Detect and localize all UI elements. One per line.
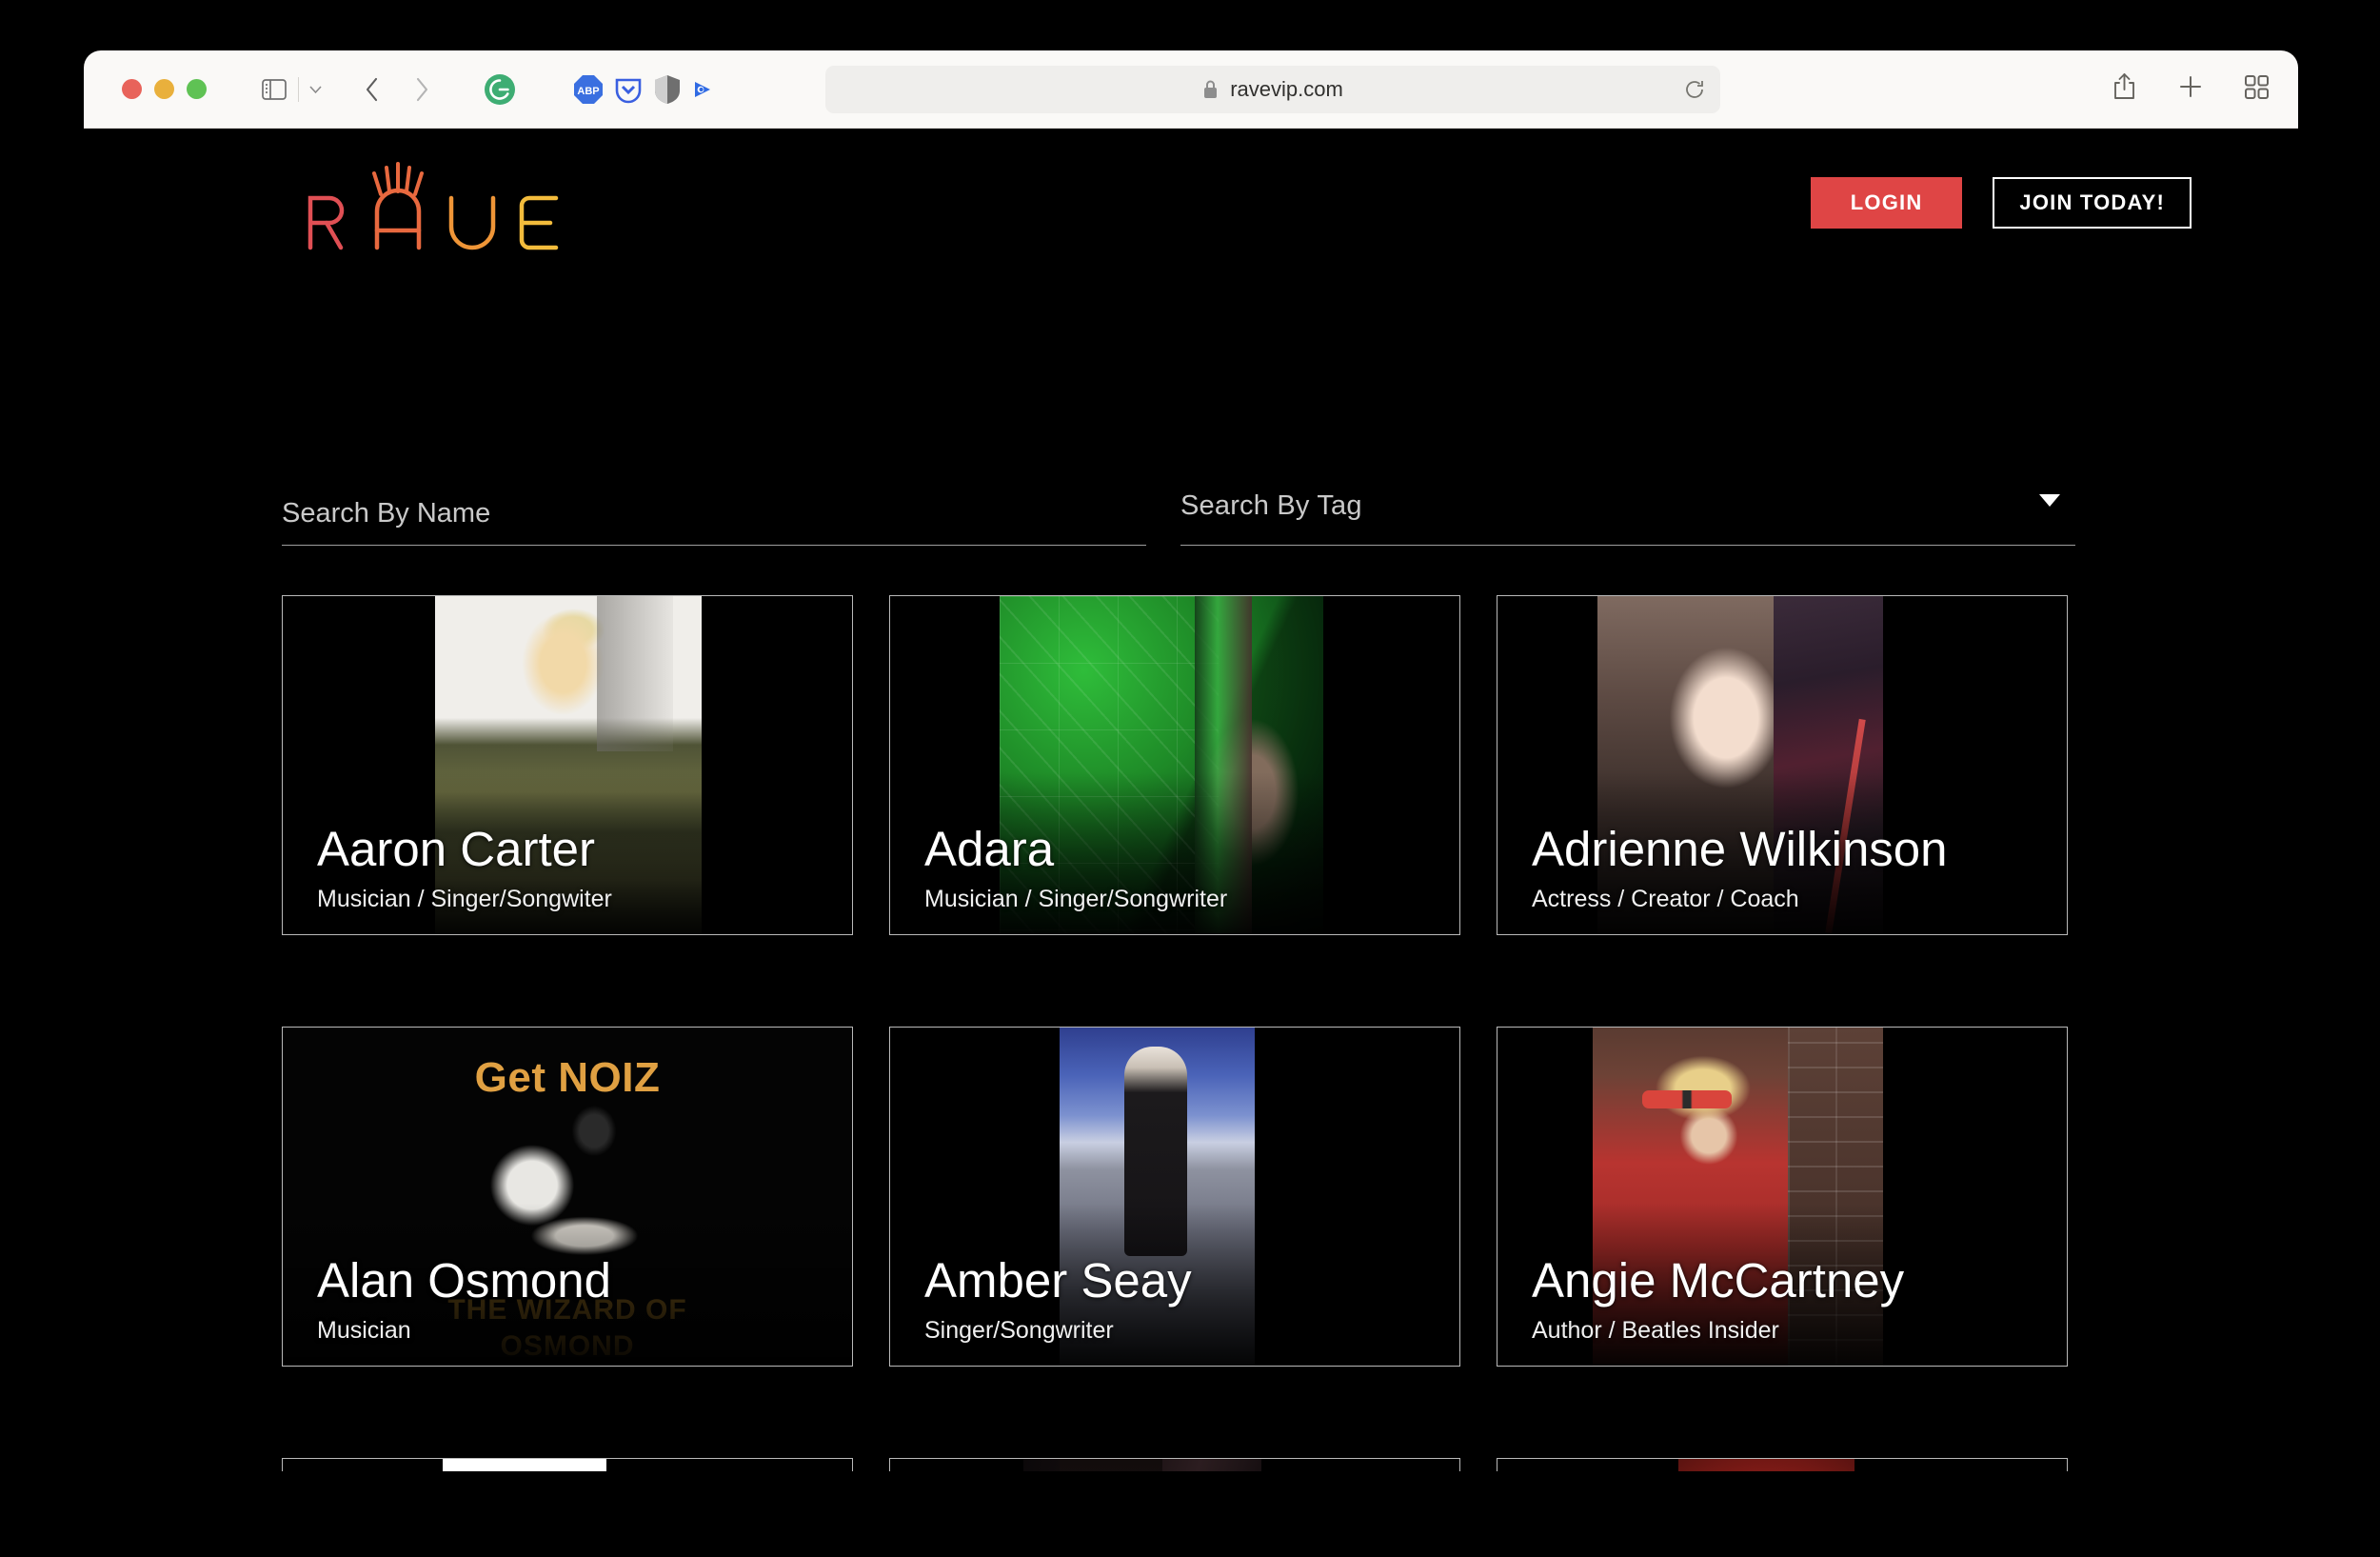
card-role: Singer/Songwriter: [924, 1317, 1192, 1345]
grammarly-extension-icon[interactable]: [484, 73, 516, 106]
caret-down-icon[interactable]: [2039, 494, 2060, 507]
talent-card[interactable]: Angie McCartney Author / Beatles Insider: [1497, 1027, 2068, 1367]
back-button[interactable]: [350, 68, 394, 111]
header-actions: LOGIN JOIN TODAY!: [1811, 177, 2192, 229]
talent-card[interactable]: Amber Seay Singer/Songwriter: [889, 1027, 1460, 1367]
reload-icon[interactable]: [1682, 77, 1707, 102]
login-button[interactable]: LOGIN: [1811, 177, 1963, 229]
window-controls: [122, 79, 207, 99]
card-name: Aaron Carter: [317, 824, 612, 875]
card-text: Adara Musician / Singer/Songwriter: [924, 824, 1227, 913]
card-text: Angie McCartney Author / Beatles Insider: [1532, 1255, 1904, 1345]
ghostery-extension-icon[interactable]: [653, 74, 682, 105]
talent-card-grid: Aaron Carter Musician / Singer/Songwiter…: [282, 595, 2100, 1471]
minimize-window-button[interactable]: [154, 79, 174, 99]
sidebar-controls: [207, 68, 329, 111]
page-content: LOGIN JOIN TODAY! Search By Tag: [84, 129, 2298, 1471]
card-role: Musician / Singer/Songwiter: [317, 886, 612, 913]
toolbar-right-actions: [2112, 72, 2270, 106]
card-text: Aaron Carter Musician / Singer/Songwiter: [317, 824, 612, 913]
card-role: Musician: [317, 1317, 611, 1345]
adblock-plus-extension-icon[interactable]: ABP: [573, 74, 604, 105]
plus-icon[interactable]: [2177, 73, 2204, 105]
site-header: LOGIN JOIN TODAY!: [84, 129, 2298, 271]
search-row: Search By Tag: [84, 490, 2298, 546]
card-role: Actress / Creator / Coach: [1532, 886, 1948, 913]
search-name-input[interactable]: [282, 498, 1146, 529]
sidebar-icon[interactable]: [252, 68, 296, 111]
pocket-extension-icon[interactable]: [613, 74, 644, 105]
search-tag-label: Search By Tag: [1180, 490, 2075, 522]
card-name: Adara: [924, 824, 1227, 875]
card-text: Amber Seay Singer/Songwriter: [924, 1255, 1192, 1345]
forward-button[interactable]: [400, 68, 444, 111]
card-text: Adrienne Wilkinson Actress / Creator / C…: [1532, 824, 1948, 913]
talent-card[interactable]: [889, 1458, 1460, 1471]
toolbar-divider: [298, 77, 299, 102]
join-today-button[interactable]: JOIN TODAY!: [1993, 177, 2192, 229]
card-artwork: [283, 1459, 852, 1471]
svg-text:ABP: ABP: [577, 86, 599, 97]
talent-card[interactable]: Aaron Carter Musician / Singer/Songwiter: [282, 595, 853, 935]
maximize-window-button[interactable]: [187, 79, 207, 99]
card-role: Author / Beatles Insider: [1532, 1317, 1904, 1345]
browser-toolbar: ABP: [84, 50, 2298, 129]
lock-icon: [1202, 79, 1219, 99]
address-bar[interactable]: ravevip.com: [825, 66, 1720, 113]
talent-card[interactable]: Get NOIZ THE WIZARD OFOSMOND Alan Osmond…: [282, 1027, 853, 1367]
search-by-tag-dropdown[interactable]: Search By Tag: [1180, 490, 2075, 546]
card-name: Angie McCartney: [1532, 1255, 1904, 1307]
card-name: Adrienne Wilkinson: [1532, 824, 1948, 875]
card-artwork: W2K15: [1497, 1459, 2067, 1471]
close-window-button[interactable]: [122, 79, 142, 99]
brand-logo[interactable]: [282, 162, 567, 253]
search-by-name-field[interactable]: [282, 490, 1146, 546]
talent-card[interactable]: Adrienne Wilkinson Actress / Creator / C…: [1497, 595, 2068, 935]
talent-card[interactable]: [282, 1458, 853, 1471]
card-artwork: [890, 1459, 1459, 1471]
talent-card[interactable]: W2K15: [1497, 1458, 2068, 1471]
card-text: Alan Osmond Musician: [317, 1255, 611, 1345]
talent-card[interactable]: Adara Musician / Singer/Songwriter: [889, 595, 1460, 935]
card-name: Alan Osmond: [317, 1255, 611, 1307]
card-role: Musician / Singer/Songwriter: [924, 886, 1227, 913]
card-name: Amber Seay: [924, 1255, 1192, 1307]
bitwarden-extension-icon[interactable]: [691, 78, 714, 101]
grid-icon[interactable]: [2244, 74, 2270, 105]
address-bar-url: ravevip.com: [1230, 77, 1343, 102]
chevron-down-icon[interactable]: [301, 68, 329, 111]
browser-window: ABP: [84, 50, 2298, 1471]
share-icon[interactable]: [2112, 72, 2137, 106]
